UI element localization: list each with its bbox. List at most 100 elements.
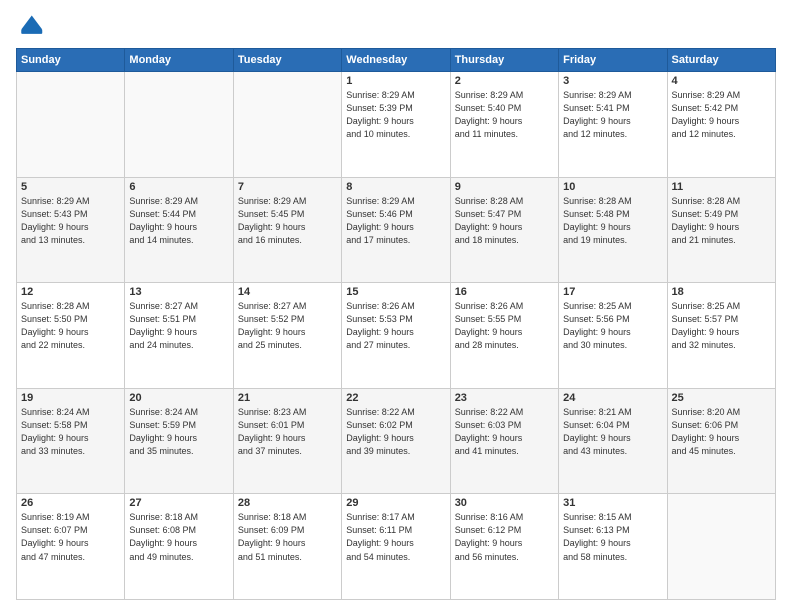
calendar-cell xyxy=(667,494,775,600)
day-number: 30 xyxy=(455,497,554,509)
day-number: 27 xyxy=(129,497,228,509)
day-info: Sunrise: 8:22 AM Sunset: 6:02 PM Dayligh… xyxy=(346,406,445,458)
day-info: Sunrise: 8:28 AM Sunset: 5:50 PM Dayligh… xyxy=(21,300,120,352)
week-row-4: 19 Sunrise: 8:24 AM Sunset: 5:58 PM Dayli… xyxy=(17,388,776,494)
calendar-cell: 25 Sunrise: 8:20 AM Sunset: 6:06 PM Dayli… xyxy=(667,388,775,494)
day-number: 2 xyxy=(455,75,554,87)
weekday-header-row: SundayMondayTuesdayWednesdayThursdayFrid… xyxy=(17,49,776,72)
day-info: Sunrise: 8:29 AM Sunset: 5:46 PM Dayligh… xyxy=(346,195,445,247)
day-info: Sunrise: 8:19 AM Sunset: 6:07 PM Dayligh… xyxy=(21,511,120,563)
day-number: 23 xyxy=(455,392,554,404)
calendar-cell: 26Sunrise: 8:19 AM Sunset: 6:07 PM Dayli… xyxy=(17,494,125,600)
calendar-cell: 20 Sunrise: 8:24 AM Sunset: 5:59 PM Dayli… xyxy=(125,388,233,494)
day-info: Sunrise: 8:28 AM Sunset: 5:48 PM Dayligh… xyxy=(563,195,662,247)
calendar-cell: 2Sunrise: 8:29 AM Sunset: 5:40 PM Daylig… xyxy=(450,72,558,178)
day-info: Sunrise: 8:17 AM Sunset: 6:11 PM Dayligh… xyxy=(346,511,445,563)
day-number: 6 xyxy=(129,181,228,193)
day-number: 15 xyxy=(346,286,445,298)
day-number: 8 xyxy=(346,181,445,193)
day-number: 18 xyxy=(672,286,771,298)
day-info: Sunrise: 8:21 AM Sunset: 6:04 PM Dayligh… xyxy=(563,406,662,458)
day-info: Sunrise: 8:16 AM Sunset: 6:12 PM Dayligh… xyxy=(455,511,554,563)
day-number: 5 xyxy=(21,181,120,193)
calendar-cell: 21 Sunrise: 8:23 AM Sunset: 6:01 PM Dayli… xyxy=(233,388,341,494)
day-number: 7 xyxy=(238,181,337,193)
day-number: 24 xyxy=(563,392,662,404)
calendar-cell: 8 Sunrise: 8:29 AM Sunset: 5:46 PM Daylig… xyxy=(342,177,450,283)
day-info: Sunrise: 8:23 AM Sunset: 6:01 PM Dayligh… xyxy=(238,406,337,458)
day-info: Sunrise: 8:25 AM Sunset: 5:57 PM Dayligh… xyxy=(672,300,771,352)
day-info: Sunrise: 8:20 AM Sunset: 6:06 PM Dayligh… xyxy=(672,406,771,458)
day-number: 25 xyxy=(672,392,771,404)
calendar-table: SundayMondayTuesdayWednesdayThursdayFrid… xyxy=(16,48,776,600)
calendar-cell xyxy=(125,72,233,178)
week-row-2: 5 Sunrise: 8:29 AM Sunset: 5:43 PM Daylig… xyxy=(17,177,776,283)
calendar-cell: 16Sunrise: 8:26 AM Sunset: 5:55 PM Dayli… xyxy=(450,283,558,389)
calendar-cell: 14 Sunrise: 8:27 AM Sunset: 5:52 PM Dayli… xyxy=(233,283,341,389)
calendar-cell: 30 Sunrise: 8:16 AM Sunset: 6:12 PM Dayli… xyxy=(450,494,558,600)
calendar-cell: 22 Sunrise: 8:22 AM Sunset: 6:02 PM Dayli… xyxy=(342,388,450,494)
calendar-cell: 27Sunrise: 8:18 AM Sunset: 6:08 PM Dayli… xyxy=(125,494,233,600)
calendar-cell: 18 Sunrise: 8:25 AM Sunset: 5:57 PM Dayli… xyxy=(667,283,775,389)
day-number: 22 xyxy=(346,392,445,404)
day-number: 31 xyxy=(563,497,662,509)
header xyxy=(16,12,776,40)
day-number: 14 xyxy=(238,286,337,298)
day-info: Sunrise: 8:27 AM Sunset: 5:51 PM Dayligh… xyxy=(129,300,228,352)
calendar-cell: 29 Sunrise: 8:17 AM Sunset: 6:11 PM Dayli… xyxy=(342,494,450,600)
weekday-wednesday: Wednesday xyxy=(342,49,450,72)
day-info: Sunrise: 8:29 AM Sunset: 5:45 PM Dayligh… xyxy=(238,195,337,247)
weekday-tuesday: Tuesday xyxy=(233,49,341,72)
calendar-cell: 13 Sunrise: 8:27 AM Sunset: 5:51 PM Dayli… xyxy=(125,283,233,389)
calendar-cell: 6 Sunrise: 8:29 AM Sunset: 5:44 PM Daylig… xyxy=(125,177,233,283)
day-info: Sunrise: 8:25 AM Sunset: 5:56 PM Dayligh… xyxy=(563,300,662,352)
day-number: 20 xyxy=(129,392,228,404)
day-number: 29 xyxy=(346,497,445,509)
calendar-cell: 12 Sunrise: 8:28 AM Sunset: 5:50 PM Dayli… xyxy=(17,283,125,389)
day-number: 1 xyxy=(346,75,445,87)
page: SundayMondayTuesdayWednesdayThursdayFrid… xyxy=(0,0,792,612)
calendar-cell: 1 Sunrise: 8:29 AM Sunset: 5:39 PM Daylig… xyxy=(342,72,450,178)
day-info: Sunrise: 8:27 AM Sunset: 5:52 PM Dayligh… xyxy=(238,300,337,352)
day-info: Sunrise: 8:29 AM Sunset: 5:42 PM Dayligh… xyxy=(672,89,771,141)
calendar-cell: 11Sunrise: 8:28 AM Sunset: 5:49 PM Dayli… xyxy=(667,177,775,283)
day-number: 28 xyxy=(238,497,337,509)
day-info: Sunrise: 8:24 AM Sunset: 5:58 PM Dayligh… xyxy=(21,406,120,458)
calendar-cell: 10 Sunrise: 8:28 AM Sunset: 5:48 PM Dayli… xyxy=(559,177,667,283)
weekday-thursday: Thursday xyxy=(450,49,558,72)
day-info: Sunrise: 8:18 AM Sunset: 6:09 PM Dayligh… xyxy=(238,511,337,563)
day-number: 4 xyxy=(672,75,771,87)
day-info: Sunrise: 8:22 AM Sunset: 6:03 PM Dayligh… xyxy=(455,406,554,458)
day-info: Sunrise: 8:29 AM Sunset: 5:41 PM Dayligh… xyxy=(563,89,662,141)
day-info: Sunrise: 8:28 AM Sunset: 5:47 PM Dayligh… xyxy=(455,195,554,247)
logo xyxy=(16,12,48,40)
calendar-cell: 7 Sunrise: 8:29 AM Sunset: 5:45 PM Daylig… xyxy=(233,177,341,283)
calendar-cell: 3Sunrise: 8:29 AM Sunset: 5:41 PM Daylig… xyxy=(559,72,667,178)
calendar-cell: 5 Sunrise: 8:29 AM Sunset: 5:43 PM Daylig… xyxy=(17,177,125,283)
calendar-cell: 23 Sunrise: 8:22 AM Sunset: 6:03 PM Dayli… xyxy=(450,388,558,494)
calendar-cell: 31Sunrise: 8:15 AM Sunset: 6:13 PM Dayli… xyxy=(559,494,667,600)
day-info: Sunrise: 8:29 AM Sunset: 5:44 PM Dayligh… xyxy=(129,195,228,247)
day-number: 10 xyxy=(563,181,662,193)
day-number: 11 xyxy=(672,181,771,193)
weekday-saturday: Saturday xyxy=(667,49,775,72)
calendar-cell: 4 Sunrise: 8:29 AM Sunset: 5:42 PM Daylig… xyxy=(667,72,775,178)
day-number: 12 xyxy=(21,286,120,298)
calendar-cell: 24 Sunrise: 8:21 AM Sunset: 6:04 PM Dayli… xyxy=(559,388,667,494)
logo-icon xyxy=(16,12,44,40)
day-number: 13 xyxy=(129,286,228,298)
day-info: Sunrise: 8:24 AM Sunset: 5:59 PM Dayligh… xyxy=(129,406,228,458)
weekday-sunday: Sunday xyxy=(17,49,125,72)
day-number: 9 xyxy=(455,181,554,193)
day-number: 17 xyxy=(563,286,662,298)
calendar-cell: 19 Sunrise: 8:24 AM Sunset: 5:58 PM Dayli… xyxy=(17,388,125,494)
calendar-cell: 15Sunrise: 8:26 AM Sunset: 5:53 PM Dayli… xyxy=(342,283,450,389)
day-info: Sunrise: 8:29 AM Sunset: 5:43 PM Dayligh… xyxy=(21,195,120,247)
day-number: 19 xyxy=(21,392,120,404)
day-number: 21 xyxy=(238,392,337,404)
day-info: Sunrise: 8:29 AM Sunset: 5:39 PM Dayligh… xyxy=(346,89,445,141)
calendar-cell: 28 Sunrise: 8:18 AM Sunset: 6:09 PM Dayli… xyxy=(233,494,341,600)
week-row-3: 12 Sunrise: 8:28 AM Sunset: 5:50 PM Dayli… xyxy=(17,283,776,389)
calendar-cell: 17 Sunrise: 8:25 AM Sunset: 5:56 PM Dayli… xyxy=(559,283,667,389)
week-row-1: 1 Sunrise: 8:29 AM Sunset: 5:39 PM Daylig… xyxy=(17,72,776,178)
